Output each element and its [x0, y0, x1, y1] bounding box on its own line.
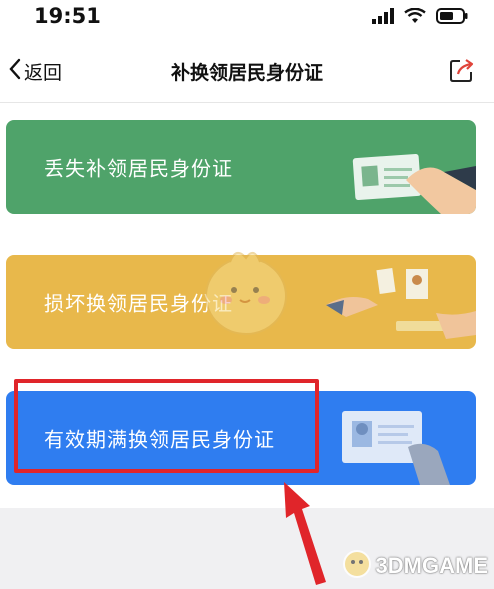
- watermark-text: 3DMGAME: [375, 553, 488, 578]
- renew-card-illustration: [342, 411, 450, 485]
- arrow-annotation: [276, 478, 336, 589]
- page-title: 补换领居民身份证: [170, 62, 323, 84]
- status-icons: [372, 7, 468, 28]
- mascot-watermark: [196, 240, 296, 344]
- status-bar: 19:51: [0, 0, 494, 42]
- signal-icon: [372, 8, 394, 28]
- highlight-box-annotation: [14, 379, 319, 473]
- wifi-icon: [404, 7, 426, 28]
- damaged-card-illustration: [326, 268, 476, 339]
- watermark: 3DMGAME: [342, 549, 488, 583]
- id-card-illustration: [352, 153, 476, 214]
- card-label: 丢失补领居民身份证: [44, 156, 233, 181]
- share-icon[interactable]: [448, 56, 476, 88]
- watermark-logo-icon: [342, 549, 372, 583]
- nav-bar: 返回 补换领居民身份证: [0, 42, 494, 103]
- lost-reissue-card[interactable]: 丢失补领居民身份证: [6, 120, 476, 214]
- battery-icon: [436, 8, 468, 28]
- status-time: 19:51: [34, 4, 101, 28]
